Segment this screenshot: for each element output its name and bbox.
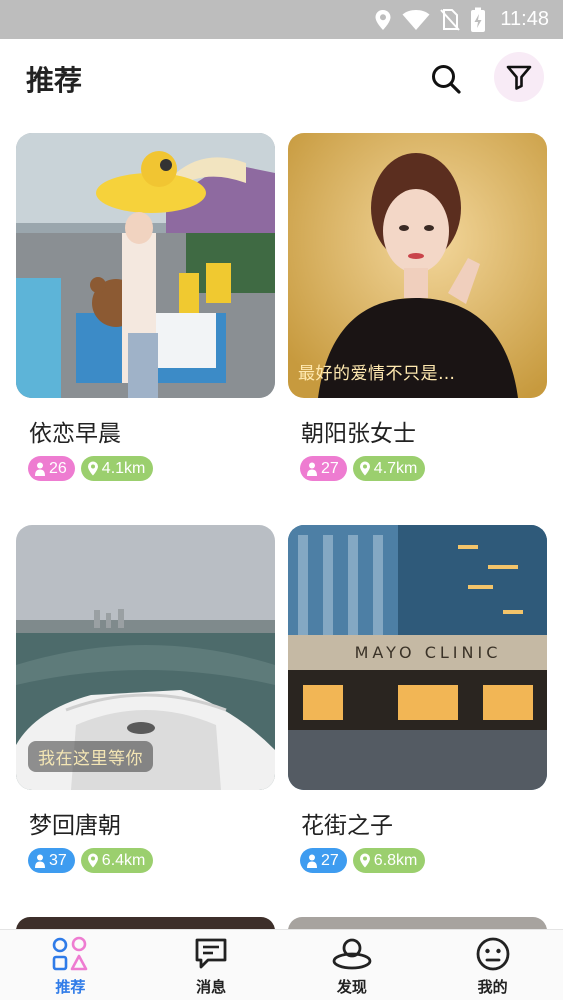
nav-label: 发现 xyxy=(336,978,367,996)
profile-card[interactable]: MAYO CLINIC 花街之子 27 6.8km xyxy=(288,525,547,873)
profile-caption: 最好的爱情不只是… xyxy=(298,364,456,384)
profile-tags: 27 4.7km xyxy=(300,456,426,481)
battery-charging-icon xyxy=(471,7,486,32)
nav-recommend[interactable]: 推荐 xyxy=(0,930,141,1000)
distance-badge: 6.4km xyxy=(80,848,154,873)
smiley-icon xyxy=(476,937,510,971)
top-bar: 推荐 xyxy=(0,39,563,115)
female-icon xyxy=(35,462,45,476)
location-icon xyxy=(375,9,391,30)
shapes-icon xyxy=(53,936,88,971)
location-pin-icon xyxy=(87,461,98,476)
filter-button[interactable] xyxy=(494,52,544,102)
profile-name: 朝阳张女士 xyxy=(301,421,416,447)
nav-label: 消息 xyxy=(196,978,227,996)
bottom-nav: 推荐 消息 发现 我的 xyxy=(0,929,563,1000)
location-pin-icon xyxy=(87,853,98,868)
profile-tags: 37 6.4km xyxy=(28,848,154,873)
filter-icon xyxy=(506,65,532,90)
nav-label: 我的 xyxy=(477,978,508,996)
male-icon xyxy=(35,854,45,868)
nav-messages[interactable]: 消息 xyxy=(141,930,282,1000)
profile-tags: 27 6.8km xyxy=(300,848,426,873)
discover-icon xyxy=(332,938,372,970)
location-pin-icon xyxy=(359,853,370,868)
page-title: 推荐 xyxy=(26,64,83,97)
profile-card[interactable]: 依恋早晨 26 4.1km xyxy=(16,133,275,481)
clock: 11:48 xyxy=(500,8,549,30)
distance-badge: 6.8km xyxy=(352,848,426,873)
status-bar: 11:48 xyxy=(0,0,563,39)
age-badge: 27 xyxy=(300,848,347,873)
nav-discover[interactable]: 发现 xyxy=(282,930,423,1000)
female-icon xyxy=(307,462,317,476)
profile-name: 梦回唐朝 xyxy=(29,813,121,839)
profile-name: 花街之子 xyxy=(301,813,393,839)
wifi-icon xyxy=(402,9,430,30)
profile-card[interactable]: 我在这里等你 梦回唐朝 37 6.4km xyxy=(16,525,275,873)
distance-badge: 4.1km xyxy=(80,456,154,481)
age-badge: 26 xyxy=(28,456,75,481)
profile-caption: 我在这里等你 xyxy=(28,741,153,772)
age-badge: 27 xyxy=(300,456,347,481)
male-icon xyxy=(307,854,317,868)
nav-mine[interactable]: 我的 xyxy=(422,930,563,1000)
distance-badge: 4.7km xyxy=(352,456,426,481)
profile-name: 依恋早晨 xyxy=(29,421,121,447)
profile-card[interactable]: 最好的爱情不只是… 朝阳张女士 27 4.7km xyxy=(288,133,547,481)
search-button[interactable] xyxy=(426,59,466,99)
search-icon xyxy=(432,65,461,94)
location-pin-icon xyxy=(359,461,370,476)
profile-photo[interactable] xyxy=(16,133,275,398)
profile-tags: 26 4.1km xyxy=(28,456,154,481)
building-sign: MAYO CLINIC xyxy=(355,643,502,662)
age-badge: 37 xyxy=(28,848,75,873)
profile-photo[interactable]: 我在这里等你 xyxy=(16,525,275,790)
profile-photo[interactable]: MAYO CLINIC xyxy=(288,525,547,790)
profile-photo[interactable]: 最好的爱情不只是… xyxy=(288,133,547,398)
nav-label: 推荐 xyxy=(55,978,86,996)
chat-icon xyxy=(195,938,227,969)
no-sim-icon xyxy=(440,8,461,31)
